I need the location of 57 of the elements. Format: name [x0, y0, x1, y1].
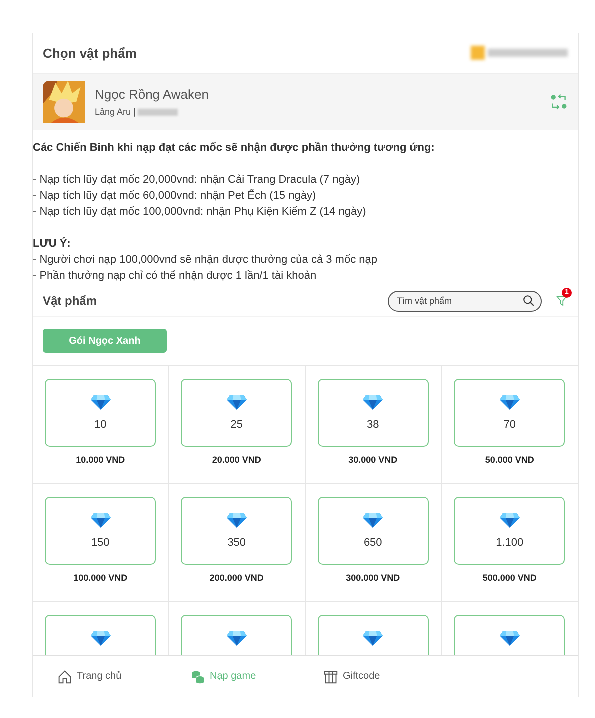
- item-card[interactable]: 25: [181, 379, 292, 447]
- home-icon: [58, 670, 72, 684]
- search-field[interactable]: Tìm vật phẩm: [388, 290, 542, 312]
- nav-tab[interactable]: Giftcode: [324, 670, 457, 684]
- diamond-icon: [363, 512, 384, 529]
- server-name: Lảng Aru |: [95, 107, 136, 117]
- gift-icon: [324, 670, 338, 684]
- item-card[interactable]: 10: [45, 379, 156, 447]
- item-amount: 150: [91, 537, 110, 549]
- coins-icon: [191, 670, 205, 684]
- switch-icon[interactable]: [550, 93, 568, 111]
- blurred-account-id: [138, 108, 178, 116]
- item-card[interactable]: 150: [45, 497, 156, 565]
- diamond-icon: [90, 630, 111, 647]
- diamond-icon: [226, 394, 247, 411]
- item-price: 100.000 VND: [74, 573, 128, 583]
- note-heading: LƯU Ý:: [33, 236, 72, 252]
- nav-tab[interactable]: Trang chủ: [58, 670, 191, 684]
- diamond-icon: [226, 630, 247, 647]
- game-name: Ngọc Rồng Awaken: [95, 87, 210, 102]
- diamond-icon: [363, 630, 384, 647]
- item-price: 200.000 VND: [210, 573, 264, 583]
- item-price: 10.000 VND: [76, 455, 126, 465]
- item-amount: 1.100: [496, 537, 524, 549]
- item-amount: 38: [367, 419, 380, 431]
- item-price: 300.000 VND: [346, 573, 400, 583]
- item-card[interactable]: 70: [454, 379, 566, 447]
- reward-line: - Nạp tích lũy đạt mốc 60,000vnđ: nhận Pet Ếch (15 ngày): [33, 188, 318, 204]
- item-amount: 350: [228, 537, 246, 549]
- notice-heading: Các Chiến Binh khi nạp đạt các mốc sẽ nhận được phần thưởng tương ứng:: [33, 141, 436, 156]
- diamond-icon: [500, 394, 520, 411]
- item-price: 500.000 VND: [482, 573, 537, 583]
- item-price: 50.000 VND: [485, 455, 534, 465]
- reward-line: - Nạp tích lũy đạt mốc 100,000vnđ: nhận Phụ Kiện Kiếm Z (14 ngày): [33, 205, 368, 220]
- page-title: Chọn vật phẩm: [43, 46, 137, 60]
- item-card[interactable]: 350: [181, 497, 292, 565]
- diamond-icon: [363, 394, 384, 411]
- diamond-icon: [500, 512, 520, 529]
- item-price: 20.000 VND: [212, 455, 262, 465]
- item-price: 30.000 VND: [348, 455, 398, 465]
- note-line: - Người chơi nạp 100,000vnđ sẽ nhận được thưởng của cả 3 mốc nạp: [33, 253, 378, 268]
- item-card[interactable]: 38: [318, 379, 429, 447]
- item-amount: 25: [230, 419, 243, 431]
- diamond-icon: [90, 512, 111, 529]
- diamond-icon: [500, 630, 520, 647]
- diamond-icon: [90, 394, 111, 411]
- search-icon[interactable]: [523, 294, 535, 306]
- item-card[interactable]: 650: [318, 497, 429, 565]
- item-amount: 10: [94, 419, 107, 431]
- note-line: - Phần thưởng nạp chỉ có thể nhận được 1 lần/1 tài khoản: [33, 269, 318, 284]
- item-card[interactable]: 1.100: [454, 497, 566, 565]
- diamond-icon: [226, 512, 247, 529]
- item-amount: 70: [504, 419, 516, 431]
- filter-icon[interactable]: [556, 294, 568, 308]
- section-title: Vật phẩm: [43, 294, 98, 308]
- item-amount: 650: [364, 537, 382, 549]
- reward-line: - Nạp tích lũy đạt mốc 20,000vnđ: nhận Cải Trang Dracula (7 ngày): [33, 173, 362, 188]
